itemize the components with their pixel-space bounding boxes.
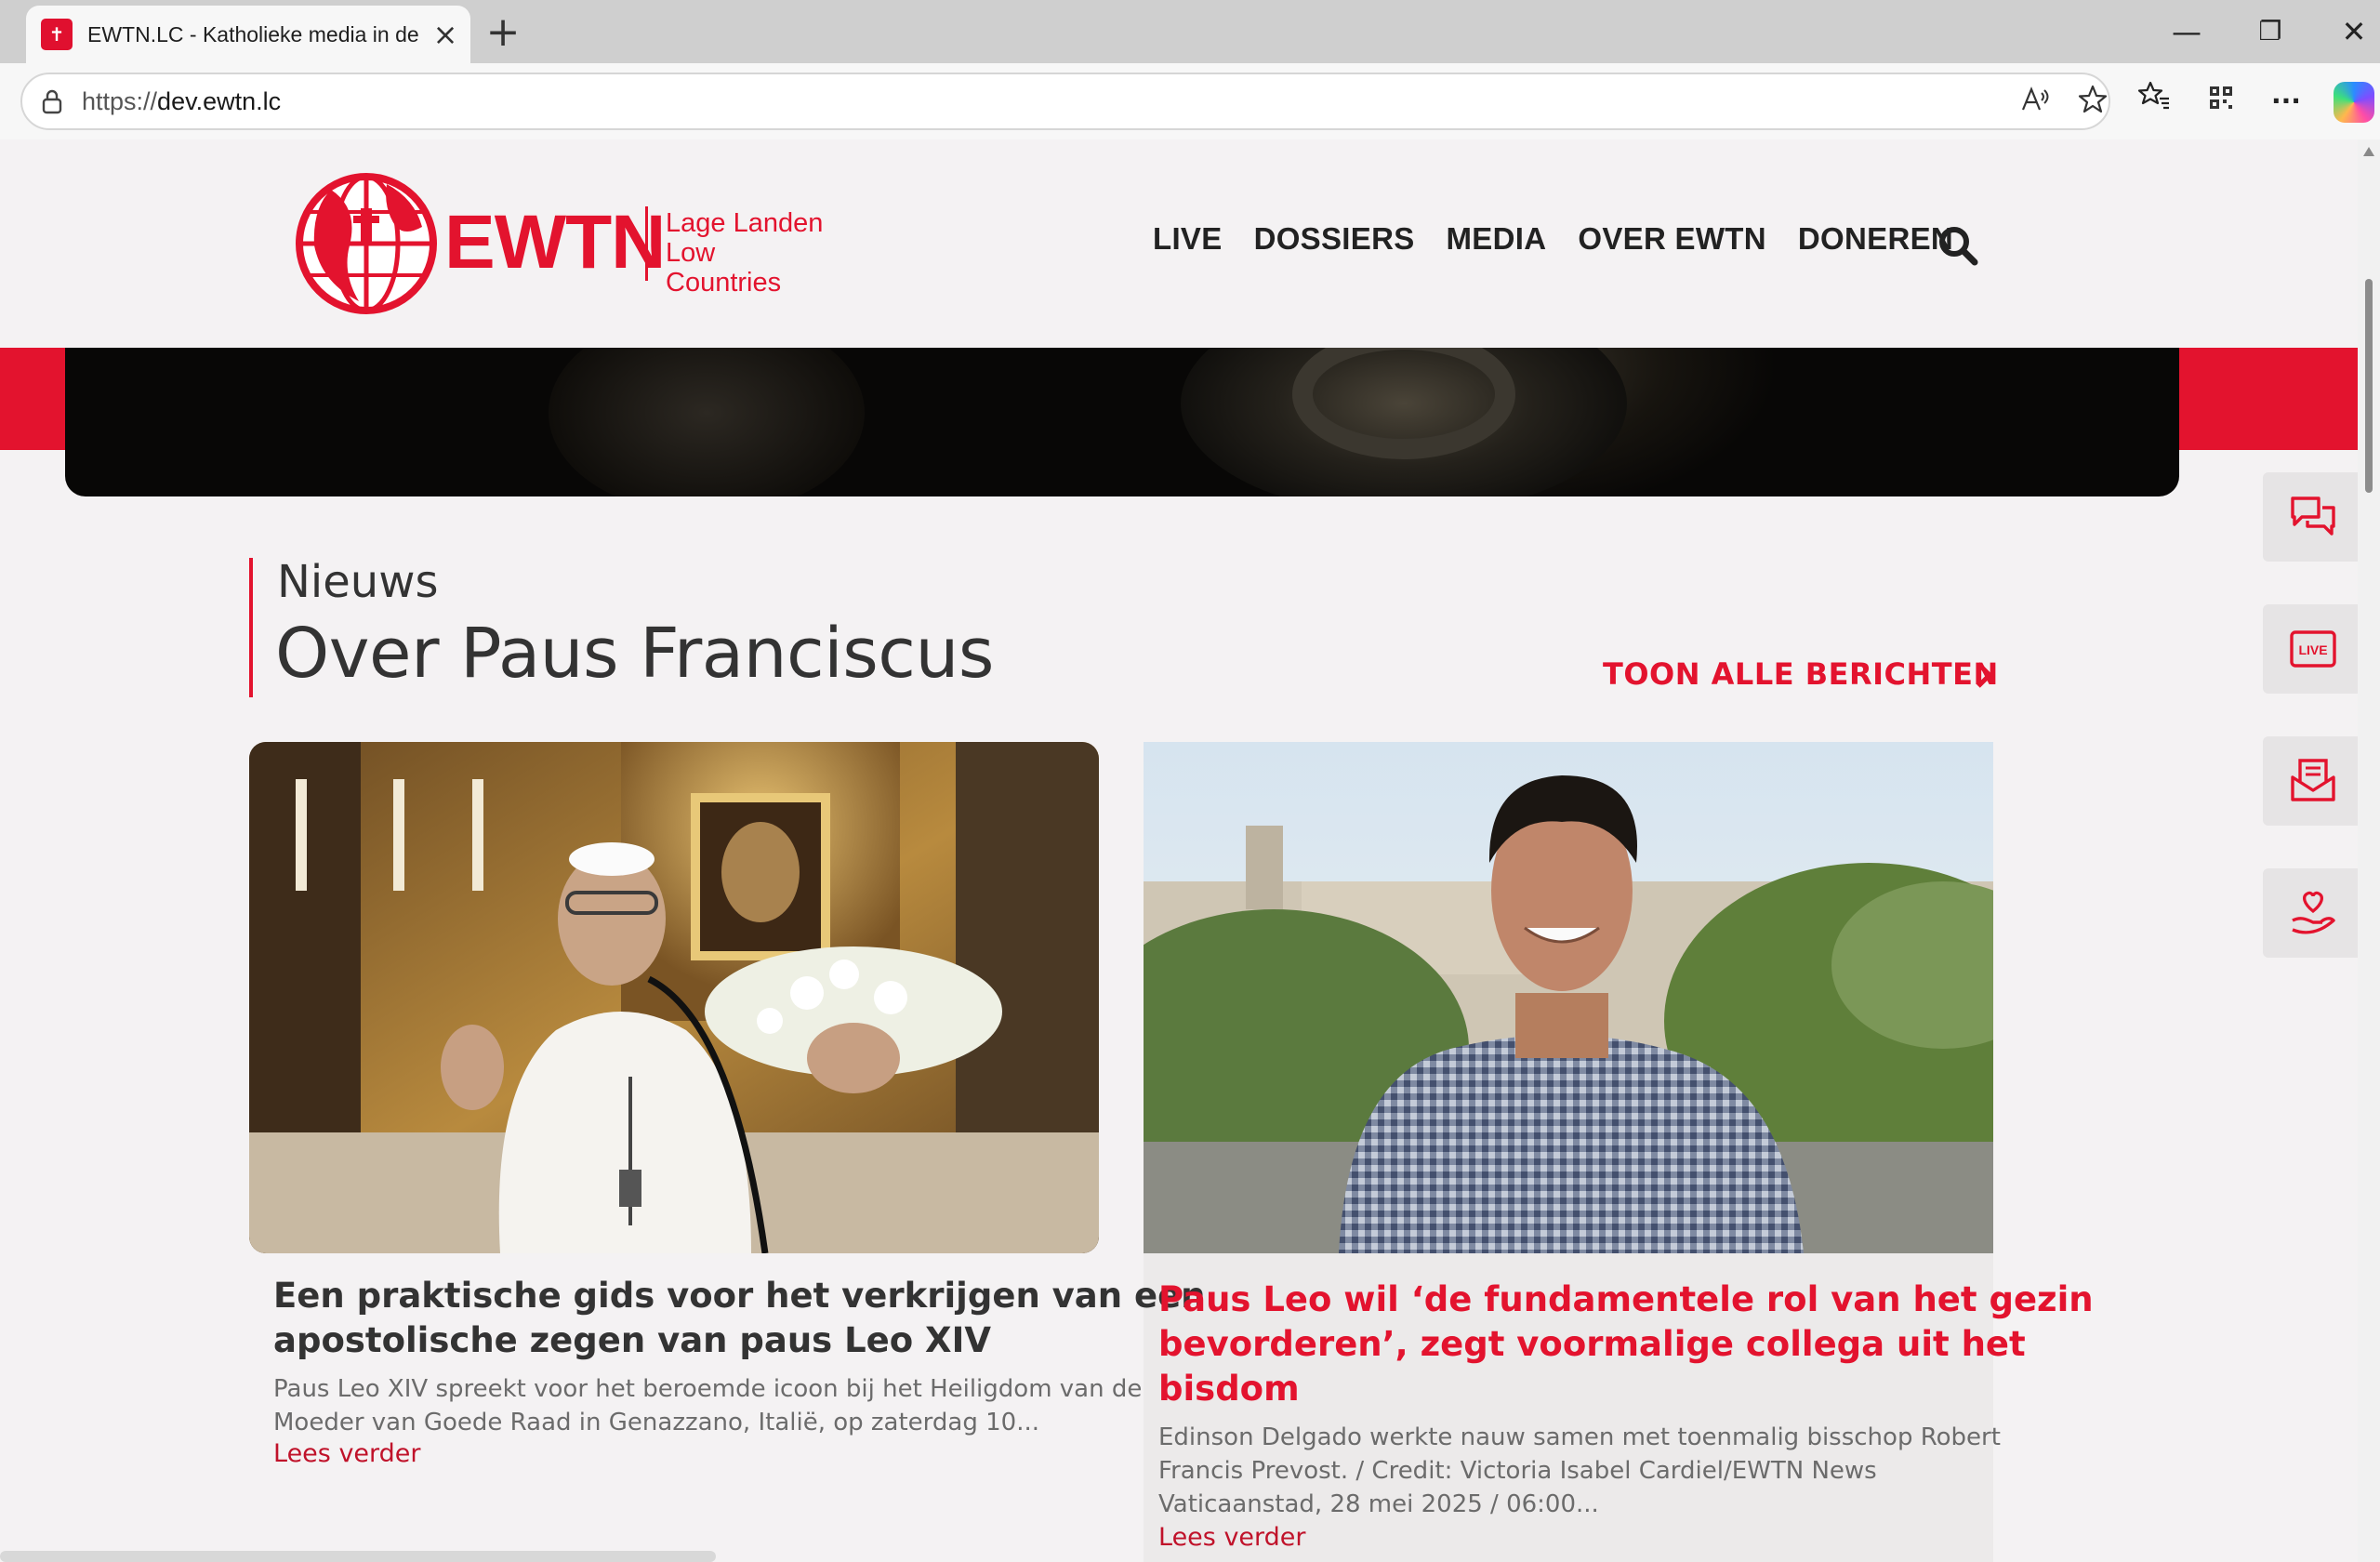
nav-dossiers[interactable]: DOSSIERS — [1254, 221, 1415, 257]
article-1-title-line2: apostolische zegen van paus Leo XIV — [273, 1320, 991, 1360]
article-1-image[interactable] — [249, 742, 1099, 1253]
vertical-scrollbar[interactable] — [2358, 139, 2380, 1562]
article-1-excerpt: Paus Leo XIV spreekt voor het beroemde i… — [273, 1372, 1142, 1439]
side-live-label: LIVE — [2298, 642, 2327, 657]
section-kicker: Nieuws — [277, 556, 439, 608]
side-live-button[interactable]: LIVE — [2263, 604, 2358, 694]
side-newsletter-button[interactable] — [2263, 736, 2358, 826]
ewtn-logo[interactable]: EWTN Lage Landen Low Countries — [294, 171, 833, 316]
article-2-title[interactable]: Paus Leo wil ‘de fundamentele rol van he… — [1158, 1277, 2094, 1411]
section-accent-bar — [249, 558, 253, 697]
nav-live[interactable]: LIVE — [1153, 221, 1223, 257]
more-options-icon[interactable]: ··· — [2265, 80, 2307, 123]
donate-heart-icon — [2292, 891, 2335, 934]
search-icon[interactable] — [1937, 225, 1978, 266]
browser-toolbar: https://dev.ewtn.lc ··· — [0, 63, 2380, 139]
article-1-excerpt-line1: Paus Leo XIV spreekt voor het beroemde i… — [273, 1375, 1143, 1403]
new-tab-button[interactable]: + — [480, 9, 526, 56]
main-navigation: LIVE DOSSIERS MEDIA OVER EWTN DONEREN — [1153, 221, 1985, 257]
article-2-title-line2: bevorderen’, zegt voormalige collega uit… — [1158, 1324, 2026, 1364]
browser-tab-active[interactable]: ✝ EWTN.LC - Katholieke media in de × — [26, 6, 470, 63]
ewtn-favicon-icon: ✝ — [41, 19, 73, 50]
article-2-title-line1: Paus Leo wil ‘de fundamentele rol van he… — [1158, 1279, 2094, 1319]
logo-sub-line2: Low Countries — [666, 238, 782, 298]
article-1-read-more-link[interactable]: Lees verder — [273, 1439, 421, 1468]
show-all-posts-link[interactable]: TOON ALLE BERICHTEN — [1603, 656, 1999, 692]
browser-tab-bar: ✝ EWTN.LC - Katholieke media in de × + —… — [0, 0, 2380, 63]
read-aloud-icon[interactable] — [2016, 84, 2055, 123]
live-icon: LIVE — [2290, 630, 2336, 668]
newsletter-icon — [2291, 759, 2335, 801]
restore-button[interactable]: ❐ — [2237, 7, 2304, 56]
logo-sub-line1: Lage Landen — [666, 208, 824, 238]
side-chat-button[interactable] — [2263, 472, 2358, 562]
lock-icon[interactable] — [37, 87, 67, 117]
logo-wordmark: EWTN — [444, 200, 666, 285]
nav-doneren[interactable]: DONEREN — [1798, 221, 1953, 257]
copilot-icon[interactable] — [2334, 82, 2374, 123]
tab-close-icon[interactable]: × — [428, 17, 463, 52]
scroll-up-arrow-icon[interactable] — [2363, 147, 2374, 156]
article-2-excerpt-line2: Francis Prevost. / Credit: Victoria Isab… — [1158, 1457, 1877, 1485]
article-2-title-line3: bisdom — [1158, 1369, 1300, 1409]
favorite-star-icon[interactable] — [2073, 84, 2112, 123]
address-bar[interactable]: https://dev.ewtn.lc — [20, 73, 2110, 130]
chevron-right-icon[interactable] — [1971, 656, 1999, 694]
url-scheme: https:// — [82, 87, 158, 115]
nav-over-ewtn[interactable]: OVER EWTN — [1578, 221, 1766, 257]
article-2-excerpt-line1: Edinson Delgado werkte nauw samen met to… — [1158, 1423, 2001, 1451]
qr-code-icon[interactable] — [2200, 80, 2242, 123]
article-1-title[interactable]: Een praktische gids voor het verkrijgen … — [273, 1274, 1206, 1363]
side-donate-button[interactable] — [2263, 868, 2358, 958]
web-page: EWTN Lage Landen Low Countries LIVE DOSS… — [0, 139, 2358, 1562]
tab-title: EWTN.LC - Katholieke media in de — [87, 22, 419, 46]
article-2-read-more-link[interactable]: Lees verder — [1158, 1523, 1306, 1552]
close-window-button[interactable]: ✕ — [2320, 7, 2380, 56]
horizontal-scrollbar[interactable] — [0, 1551, 716, 1562]
nav-media[interactable]: MEDIA — [1447, 221, 1547, 257]
article-1-excerpt-line2: Moeder van Goede Raad in Genazzano, Ital… — [273, 1409, 1039, 1436]
logo-divider — [645, 206, 648, 281]
article-2-excerpt-line3: Vaticaanstad, 28 mei 2025 / 06:00... — [1158, 1490, 1599, 1518]
article-1-title-line1: Een praktische gids voor het verkrijgen … — [273, 1276, 1206, 1316]
scrollbar-thumb[interactable] — [2365, 279, 2373, 493]
site-header: EWTN Lage Landen Low Countries LIVE DOSS… — [0, 139, 2358, 348]
section-title: Over Paus Franciscus — [275, 614, 994, 694]
url-host: dev.ewtn.lc — [157, 87, 282, 115]
chat-icon — [2291, 496, 2335, 536]
minimize-button[interactable]: — — [2153, 7, 2220, 56]
article-2-image[interactable] — [1144, 742, 1993, 1253]
logo-subtitle: Lage Landen Low Countries — [666, 208, 833, 298]
url-text[interactable]: https://dev.ewtn.lc — [82, 74, 281, 128]
hero-banner-image[interactable] — [65, 348, 2179, 496]
ewtn-globe-icon — [296, 173, 437, 314]
favorites-list-icon[interactable] — [2133, 80, 2175, 123]
article-2-excerpt: Edinson Delgado werkte nauw samen met to… — [1158, 1421, 2001, 1521]
